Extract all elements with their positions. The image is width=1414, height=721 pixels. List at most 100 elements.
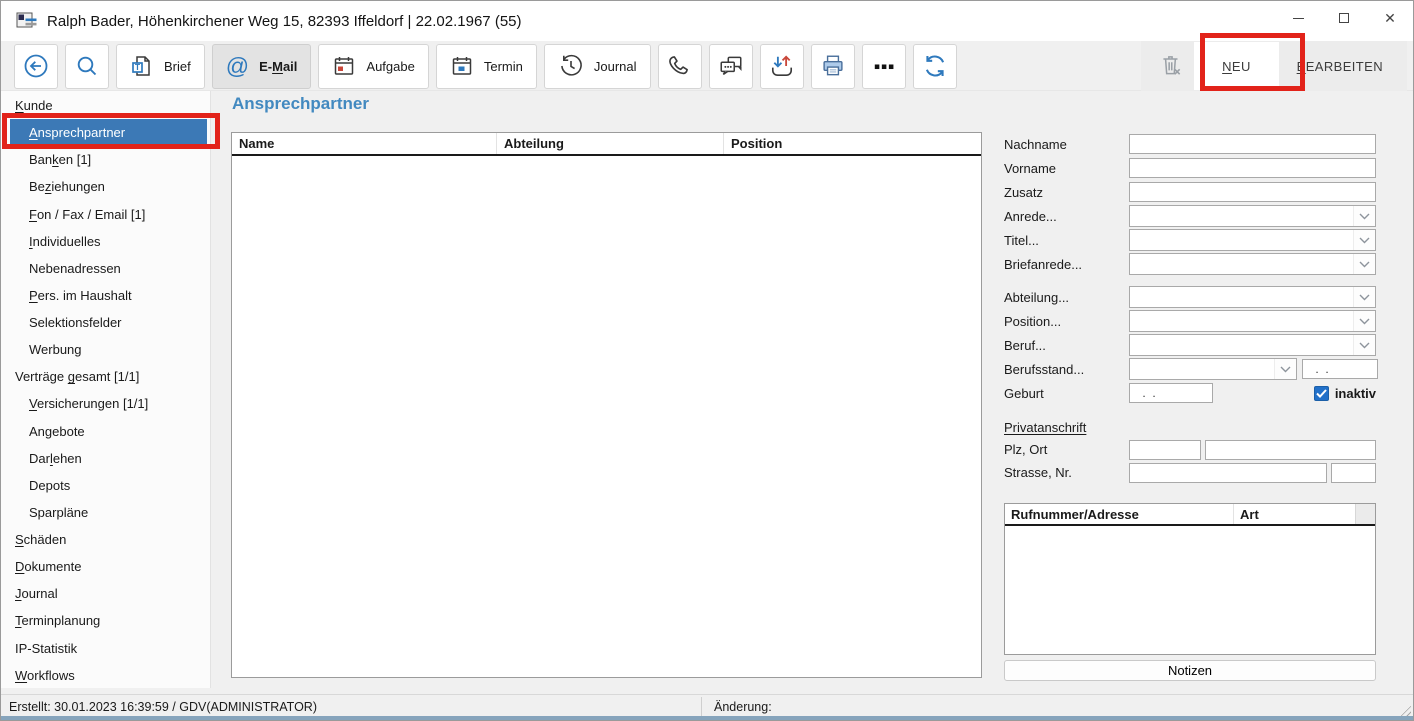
appointment-button[interactable]: Termin [436, 44, 537, 89]
refresh-button[interactable] [913, 44, 957, 89]
sidebar-item-pers-im-haushalt[interactable]: Pers. im Haushalt [10, 282, 207, 309]
sidebar-item-angebote[interactable]: Angebote [10, 418, 207, 445]
checkbox-checked-icon [1314, 386, 1329, 401]
position-dropdown[interactable] [1129, 310, 1376, 332]
delete-button[interactable] [1147, 42, 1194, 90]
minimize-button[interactable] [1275, 1, 1321, 35]
abteilung-label[interactable]: Abteilung... [1004, 290, 1129, 305]
sidebar-item-individuelles[interactable]: Individuelles [10, 228, 207, 255]
abteilung-dropdown[interactable] [1129, 286, 1376, 308]
sidebar-item-werbung[interactable]: Werbung [10, 336, 207, 363]
sidebar-item-selektionsfelder[interactable]: Selektionsfelder [10, 309, 207, 336]
print-button[interactable] [811, 44, 855, 89]
briefanrede-label[interactable]: Briefanrede... [1004, 257, 1129, 272]
sidebar-item-schäden[interactable]: Schäden [10, 526, 207, 553]
phone-table-scrollbar-sliver [1355, 504, 1375, 524]
chevron-down-icon[interactable] [1274, 359, 1296, 379]
sidebar-item-ansprechpartner[interactable]: Ansprechpartner [10, 119, 207, 146]
new-button[interactable]: NEU [1194, 42, 1278, 90]
beruf-label[interactable]: Beruf... [1004, 338, 1129, 353]
sidebar-item-dokumente[interactable]: Dokumente [10, 553, 207, 580]
plz-ort-input-2[interactable] [1205, 440, 1376, 460]
contacts-table[interactable]: NameAbteilungPosition [231, 132, 982, 678]
geburt-date-input[interactable]: . . [1129, 383, 1213, 403]
phone-column-rufnummer-adresse[interactable]: Rufnummer/Adresse [1005, 504, 1233, 524]
phone-table[interactable]: Rufnummer/AdresseArt [1004, 503, 1376, 655]
contacts-column-position[interactable]: Position [723, 133, 981, 154]
app-icon [16, 12, 38, 30]
resize-grip-icon[interactable] [1398, 703, 1411, 716]
briefanrede-dropdown[interactable] [1129, 253, 1376, 275]
chat-button[interactable] [709, 44, 753, 89]
contacts-column-name[interactable]: Name [232, 133, 496, 154]
contacts-table-body[interactable] [232, 156, 981, 676]
import-export-button[interactable] [760, 44, 804, 89]
more-button[interactable] [862, 44, 906, 89]
titel-label[interactable]: Titel... [1004, 233, 1129, 248]
task-button[interactable]: Aufgabe [318, 44, 428, 89]
phone-column-art[interactable]: Art [1233, 504, 1355, 524]
sidebar-item-fon-fax-email[interactable]: Fon / Fax / Email [1] [10, 201, 207, 228]
chevron-down-icon[interactable] [1353, 206, 1375, 226]
titel-dropdown[interactable] [1129, 229, 1376, 251]
inaktiv-checkbox[interactable]: inaktiv [1314, 386, 1376, 401]
plz-ort-label: Plz, Ort [1004, 442, 1129, 457]
journal-button[interactable]: Journal [544, 44, 651, 89]
sidebar-item-banken[interactable]: Banken [1] [10, 146, 207, 173]
created-status-text: Erstellt: 30.01.2023 16:39:59 / GDV(ADMI… [9, 695, 317, 718]
ellipsis-icon [871, 53, 897, 79]
strasse-nr-input-2[interactable] [1331, 463, 1376, 483]
vorname-input[interactable] [1129, 158, 1376, 178]
sidebar-item-label: Pers. im Haushalt [29, 288, 132, 303]
sidebar-item-label: Beziehungen [29, 179, 105, 194]
search-button[interactable] [65, 44, 109, 89]
nachname-input[interactable] [1129, 134, 1376, 154]
chat-icon [718, 53, 744, 79]
sidebar-item-verträge-gesamt[interactable]: Verträge gesamt [1/1] [10, 363, 207, 390]
anrede-dropdown[interactable] [1129, 205, 1376, 227]
position-label[interactable]: Position... [1004, 314, 1129, 329]
email-button[interactable]: @E-Mail [212, 44, 312, 89]
notes-button[interactable]: Notizen [1004, 660, 1376, 681]
plz-ort-input-1[interactable] [1129, 440, 1201, 460]
geburt-label: Geburt [1004, 386, 1129, 401]
sidebar-item-kunde[interactable]: Kunde [10, 92, 207, 119]
sidebar-item-nebenadressen[interactable]: Nebenadressen [10, 255, 207, 282]
window-title: Ralph Bader, Höhenkirchener Weg 15, 8239… [47, 13, 522, 30]
maximize-button[interactable] [1321, 1, 1367, 35]
phone-button[interactable] [658, 44, 702, 89]
vorname-label: Vorname [1004, 161, 1129, 176]
sidebar-item-journal[interactable]: Journal [10, 580, 207, 607]
berufsstand-date-input[interactable]: . . [1302, 359, 1378, 379]
anrede-label[interactable]: Anrede... [1004, 209, 1129, 224]
trash-icon [1158, 52, 1184, 81]
sidebar-item-versicherungen[interactable]: Versicherungen [1/1] [10, 390, 207, 417]
sidebar-item-terminplanung[interactable]: Terminplanung [10, 607, 207, 634]
chevron-down-icon[interactable] [1353, 311, 1375, 331]
sidebar-item-darlehen[interactable]: Darlehen [10, 445, 207, 472]
appointment-button-label: Termin [484, 59, 523, 74]
chevron-down-icon[interactable] [1353, 254, 1375, 274]
back-button[interactable] [14, 44, 58, 89]
sidebar-item-beziehungen[interactable]: Beziehungen [10, 173, 207, 200]
statusbar-divider [701, 697, 702, 717]
berufsstand-label[interactable]: Berufsstand... [1004, 362, 1129, 377]
sidebar-item-sparpläne[interactable]: Sparpläne [10, 499, 207, 526]
close-button[interactable]: ✕ [1367, 1, 1413, 35]
chevron-down-icon[interactable] [1353, 230, 1375, 250]
sidebar-item-depots[interactable]: Depots [10, 472, 207, 499]
letter-button[interactable]: TBrief [116, 44, 205, 89]
close-icon: ✕ [1384, 11, 1396, 25]
contacts-column-abteilung[interactable]: Abteilung [496, 133, 723, 154]
change-status-text: Änderung: [714, 695, 772, 718]
chevron-down-icon[interactable] [1353, 287, 1375, 307]
contact-detail-panel: NachnameVornameZusatzAnrede...Titel...Br… [1004, 132, 1376, 681]
zusatz-input[interactable] [1129, 182, 1376, 202]
edit-button[interactable]: BEARBEITEN [1279, 42, 1401, 90]
strasse-nr-input-1[interactable] [1129, 463, 1327, 483]
beruf-dropdown[interactable] [1129, 334, 1376, 356]
sidebar-item-workflows[interactable]: Workflows [10, 662, 207, 689]
chevron-down-icon[interactable] [1353, 335, 1375, 355]
berufsstand-dropdown[interactable] [1129, 358, 1297, 380]
sidebar-item-ip-statistik[interactable]: IP-Statistik [10, 635, 207, 662]
